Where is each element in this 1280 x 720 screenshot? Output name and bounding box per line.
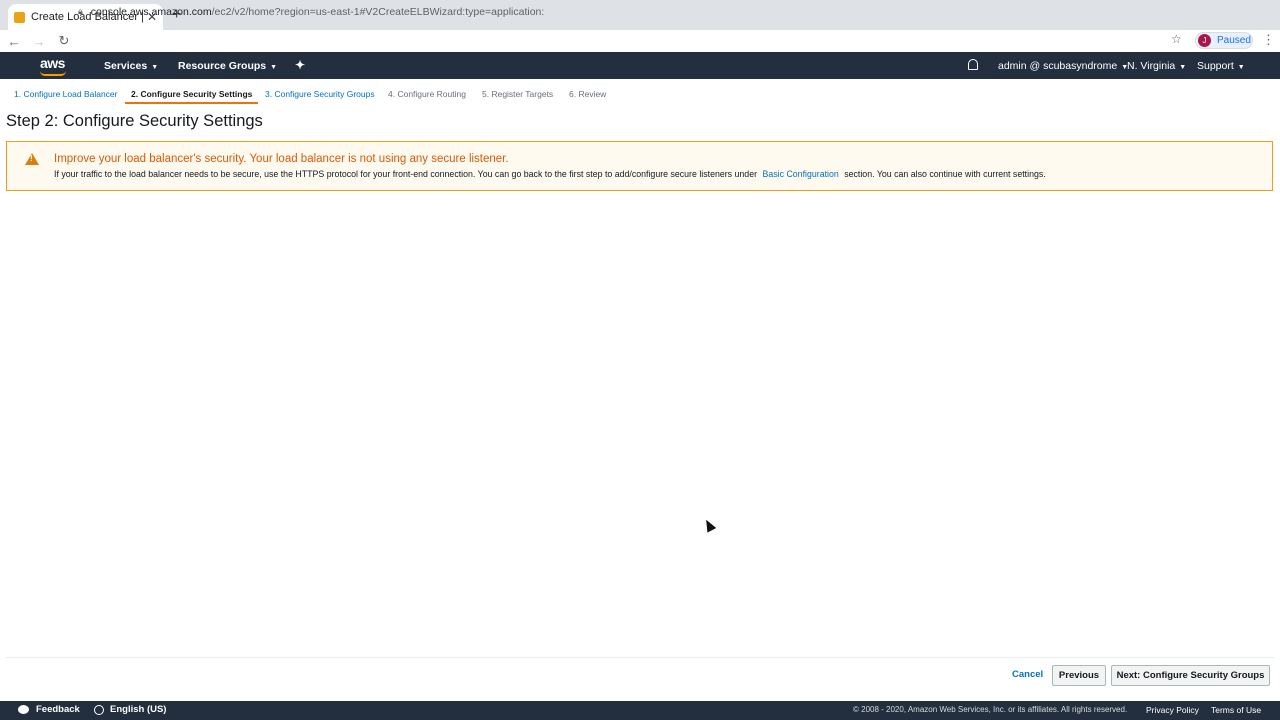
bookmark-star-icon[interactable]: ☆ [1171, 32, 1182, 46]
next-configure-security-groups-button[interactable]: Next: Configure Security Groups [1111, 665, 1270, 686]
back-icon[interactable]: ← [3, 34, 25, 49]
avatar: J [1198, 34, 1211, 47]
bell-icon[interactable] [968, 59, 978, 70]
globe-icon [94, 704, 104, 715]
region-menu[interactable]: N. Virginia ▼ [1127, 60, 1186, 72]
cancel-button[interactable]: Cancel [1006, 666, 1049, 683]
step-configure-security-groups[interactable]: 3. Configure Security Groups [265, 89, 375, 99]
step-configure-routing: 4. Configure Routing [388, 89, 466, 99]
aws-favicon-icon [14, 11, 25, 23]
page-title: Step 2: Configure Security Settings [6, 112, 263, 130]
step-configure-load-balancer[interactable]: 1. Configure Load Balancer [14, 89, 118, 99]
console-footer: Feedback English (US) © 2008 - 2020, Ama… [0, 701, 1280, 720]
lock-icon: 🔒︎ [78, 6, 83, 16]
account-menu[interactable]: admin @ scubasyndrome ▼ [998, 60, 1128, 72]
chat-bubble-icon [18, 705, 29, 714]
alert-body-text: If your traffic to the load balancer nee… [54, 169, 758, 179]
terms-of-use-link[interactable]: Terms of Use [1211, 705, 1261, 715]
url-path: /ec2/v2/home?region=us-east-1#V2CreateEL… [211, 5, 545, 18]
aws-logo-text: aws [40, 55, 65, 71]
step-review: 6. Review [569, 89, 607, 99]
url-host: console.aws.amazon.com [90, 5, 212, 18]
previous-button[interactable]: Previous [1052, 665, 1106, 686]
wizard-steps: 1. Configure Load Balancer 2. Configure … [0, 86, 1280, 104]
language-label: English (US) [110, 704, 167, 715]
warning-icon: ! [25, 153, 39, 165]
chevron-down-icon: ▼ [270, 64, 278, 71]
chevron-down-icon: ▼ [1179, 64, 1187, 71]
chevron-down-icon: ▼ [151, 64, 159, 71]
feedback-button[interactable]: Feedback [18, 704, 80, 715]
copyright-text: © 2008 - 2020, Amazon Web Services, Inc.… [853, 705, 1128, 714]
forward-icon[interactable]: → [28, 34, 50, 49]
browser-toolbar: ← → ↻ [0, 30, 1280, 52]
browser-menu-icon[interactable]: ⋮ [1262, 32, 1275, 48]
step-register-targets: 5. Register Targets [482, 89, 554, 99]
alert-heading: Improve your load balancer's security. Y… [54, 153, 509, 165]
basic-configuration-link[interactable]: Basic Configuration [762, 169, 838, 179]
privacy-policy-link[interactable]: Privacy Policy [1146, 705, 1199, 715]
resource-groups-label: Resource Groups [178, 60, 267, 72]
security-warning-alert: ! Improve your load balancer's security.… [6, 141, 1273, 191]
region-label: N. Virginia [1127, 60, 1176, 72]
feedback-label: Feedback [36, 704, 80, 715]
aws-navbar: aws Services ▼ Resource Groups ▼ ✦ admin @… [0, 52, 1280, 79]
account-label: admin @ scubasyndrome [998, 60, 1118, 72]
support-menu[interactable]: Support ▼ [1197, 60, 1245, 72]
pin-icon[interactable]: ✦ [295, 58, 305, 72]
resource-groups-menu[interactable]: Resource Groups ▼ [178, 60, 277, 72]
profile-button[interactable]: J Paused [1195, 32, 1253, 49]
language-selector[interactable]: English (US) [94, 704, 166, 715]
profile-status: Paused [1217, 35, 1251, 46]
address-bar[interactable]: 🔒︎ console.aws.amazon.com/ec2/v2/home?re… [78, 2, 1188, 21]
aws-logo[interactable]: aws [40, 55, 66, 76]
aws-smile-icon [40, 71, 66, 76]
support-label: Support [1197, 60, 1234, 72]
divider [6, 657, 1274, 658]
step-configure-security-settings: 2. Configure Security Settings [124, 89, 259, 104]
services-menu[interactable]: Services ▼ [104, 60, 158, 72]
reload-icon[interactable]: ↻ [53, 33, 75, 49]
chevron-down-icon: ▼ [1237, 64, 1245, 71]
alert-body: If your traffic to the load balancer nee… [54, 169, 1046, 179]
alert-body-text-after: section. You can also continue with curr… [844, 169, 1046, 179]
services-label: Services [104, 60, 148, 72]
mouse-cursor-icon [701, 517, 717, 533]
